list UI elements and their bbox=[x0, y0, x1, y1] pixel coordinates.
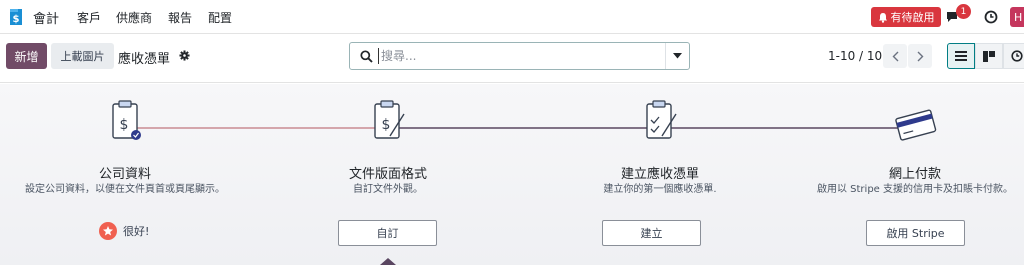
kanban-icon bbox=[983, 50, 995, 62]
svg-text:$: $ bbox=[382, 117, 391, 133]
onboarding-panel: $ 公司資料 設定公司資料，以便在文件頁首或頁尾顯示。 很好! $ 文件版面格式… bbox=[0, 84, 1024, 265]
create-button[interactable]: 建立 bbox=[602, 220, 701, 246]
caret-down-icon bbox=[673, 53, 682, 59]
step-description: 建立你的第一個應收憑單. bbox=[603, 184, 717, 195]
step-title: 文件版面格式 bbox=[348, 167, 427, 182]
star-icon bbox=[99, 222, 117, 240]
step-done-status: 很好! bbox=[99, 222, 149, 240]
pending-activation-label: 有待啟用 bbox=[890, 11, 935, 24]
accounting-app-icon[interactable]: $ bbox=[8, 8, 24, 26]
svg-text:$: $ bbox=[120, 117, 129, 133]
pager-previous-button[interactable] bbox=[883, 44, 907, 68]
chat-count-badge: 1 bbox=[956, 4, 971, 19]
menu-customers[interactable]: 客戶 bbox=[77, 9, 101, 26]
search-bar bbox=[349, 42, 690, 70]
clipboard-dollar-icon: $ bbox=[112, 100, 141, 140]
step-description: 啟用以 Stripe 支援的信用卡及扣賬卡付款。 bbox=[816, 184, 1013, 195]
pending-activation-button[interactable]: 有待啟用 bbox=[871, 7, 941, 27]
kanban-view-button[interactable] bbox=[975, 43, 1003, 69]
list-icon bbox=[955, 51, 967, 61]
bell-icon bbox=[878, 12, 887, 23]
customize-button[interactable]: 自訂 bbox=[338, 220, 437, 246]
chevron-left-icon bbox=[892, 51, 898, 61]
active-step-caret bbox=[380, 258, 396, 265]
clipboard-check-icon bbox=[646, 100, 677, 139]
control-panel: 新增 上載圖片 應收憑單 1-10 / 10 bbox=[0, 35, 1024, 83]
list-view-button[interactable] bbox=[947, 43, 975, 69]
menu-vendors[interactable]: 供應商 bbox=[116, 9, 152, 26]
step-title: 建立應收憑單 bbox=[620, 167, 699, 182]
menu-reporting[interactable]: 報告 bbox=[168, 9, 192, 26]
svg-text:$: $ bbox=[13, 14, 20, 25]
search-icon bbox=[360, 50, 373, 63]
pager-next-button[interactable] bbox=[908, 44, 932, 68]
search-input[interactable] bbox=[378, 48, 658, 64]
top-navbar: $ 會計 客戶 供應商 報告 配置 有待啟用 1 H bbox=[0, 0, 1024, 34]
credit-card-icon bbox=[895, 109, 937, 141]
pager-value[interactable]: 1-10 / 10 bbox=[828, 49, 882, 63]
new-button[interactable]: 新增 bbox=[6, 43, 47, 69]
clock-icon bbox=[1011, 50, 1023, 62]
clock-icon[interactable] bbox=[984, 10, 998, 24]
document-edit-icon: $ bbox=[374, 100, 405, 139]
step-title: 網上付款 bbox=[888, 167, 941, 182]
step-description: 自訂文件外觀。 bbox=[353, 184, 423, 195]
upload-image-button[interactable]: 上載圖片 bbox=[51, 43, 114, 69]
enable-stripe-button[interactable]: 啟用 Stripe bbox=[866, 220, 965, 246]
step-done-label: 很好! bbox=[123, 225, 150, 238]
app-name[interactable]: 會計 bbox=[33, 8, 59, 27]
step-description: 設定公司資料，以便在文件頁首或頁尾顯示。 bbox=[25, 184, 225, 195]
chevron-right-icon bbox=[917, 51, 923, 61]
activity-view-button[interactable] bbox=[1003, 43, 1024, 69]
step-title: 公司資料 bbox=[98, 167, 151, 182]
menu-configuration[interactable]: 配置 bbox=[208, 9, 232, 26]
search-options-toggle[interactable] bbox=[665, 43, 689, 69]
user-avatar[interactable]: H bbox=[1010, 7, 1024, 27]
page-title: 應收憑單 bbox=[118, 52, 171, 67]
gear-icon[interactable] bbox=[179, 50, 190, 61]
